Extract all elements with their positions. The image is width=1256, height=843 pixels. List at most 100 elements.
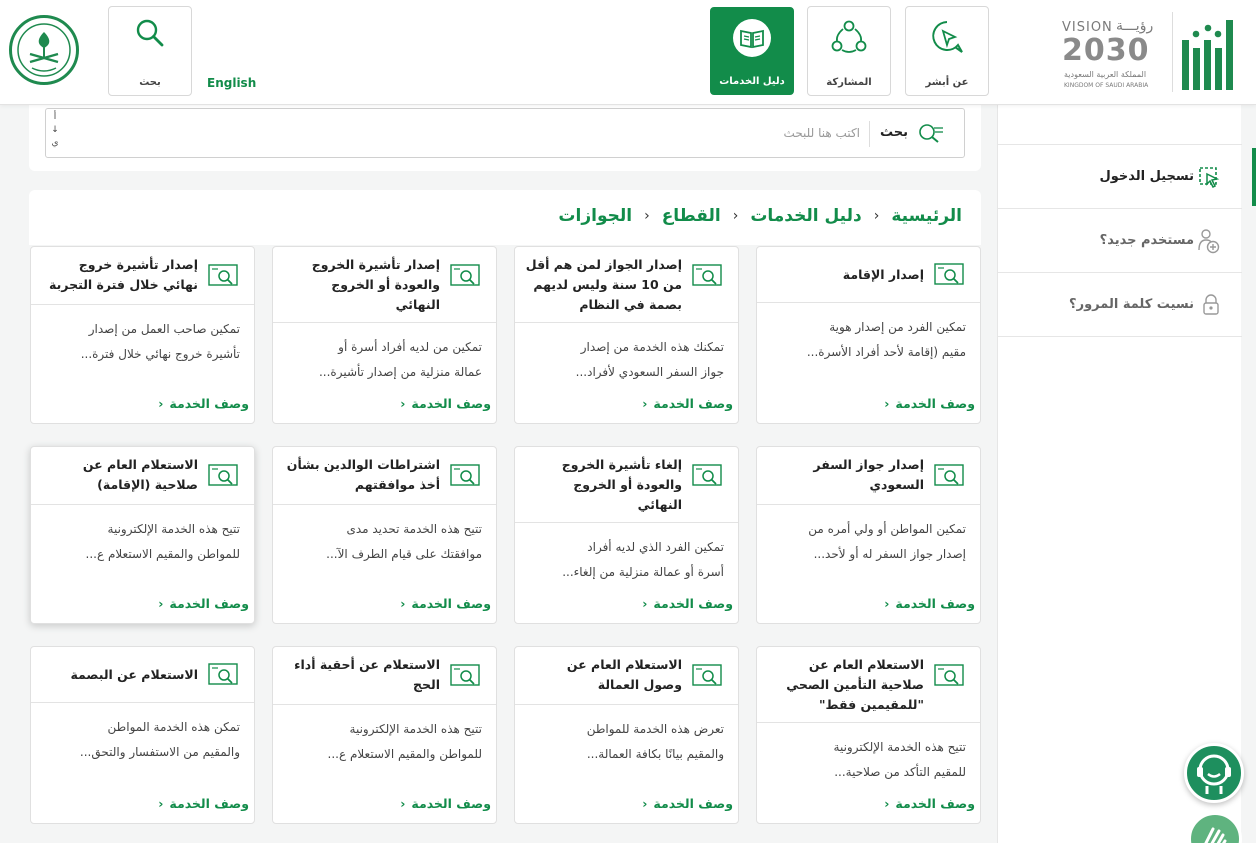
sidebar-login[interactable]: تسجيل الدخول	[998, 145, 1242, 209]
breadcrumb-services-guide[interactable]: دليل الخدمات	[750, 206, 861, 226]
service-card-title-line: الاستعلام العام عن	[82, 457, 198, 472]
sidebar-forgot-password[interactable]: نسيت كلمة المرور؟	[998, 273, 1242, 337]
service-description-label: وصف الخدمة	[653, 396, 733, 411]
service-card-title[interactable]: الاستعلام عن البصمة	[40, 665, 198, 685]
service-card[interactable]: إلغاء تأشيرة الخروج والعودة أو الخروج النه…	[514, 446, 739, 624]
service-card-header: إلغاء تأشيرة الخروج والعودة أو الخروج النه…	[515, 447, 738, 523]
service-description-link[interactable]: وصف الخدمة ‹	[642, 796, 733, 811]
breadcrumb-home[interactable]: الرئيسية	[891, 206, 962, 226]
nav-about-absher-button[interactable]: عن أبشر	[905, 6, 989, 96]
service-description-link[interactable]: وصف الخدمة ‹	[400, 396, 491, 411]
service-card[interactable]: الاستعلام العام عن صلاحية (الإقامة) تتيح ه…	[30, 446, 255, 624]
service-card-header: إصدار تأشيرة الخروج والعودة أو الخروج النه…	[273, 247, 496, 323]
service-card-title[interactable]: الاستعلام العام عن صلاحية التأمين الصحي "ل…	[766, 655, 924, 715]
chevron-left-icon: ‹	[158, 796, 164, 811]
search-magnifier-icon[interactable]	[916, 122, 944, 144]
hand-icon	[1204, 827, 1227, 843]
service-card-title[interactable]: إلغاء تأشيرة الخروج والعودة أو الخروج النه…	[524, 455, 682, 515]
chat-bubble-icon	[932, 21, 963, 53]
service-card-description: للمواطن والمقيم الاستعلام ع...	[327, 747, 482, 761]
language-switch-link[interactable]: English	[207, 76, 256, 90]
service-card[interactable]: إصدار تأشيرة خروج نهائي خلال فترة التجربة…	[30, 246, 255, 424]
top-header: بحث English دليل الخدمات المشاركة عن أبش…	[0, 0, 1256, 105]
sign-language-button[interactable]	[1188, 812, 1242, 843]
service-card-title[interactable]: إصدار تأشيرة خروج نهائي خلال فترة التجربة	[40, 255, 198, 295]
chevron-left-icon: ‹	[158, 396, 164, 411]
sidebar-forgot-password-label: نسيت كلمة المرور؟	[1069, 297, 1194, 312]
service-card[interactable]: الاستعلام عن البصمة تمكن هذه الخدمة الموا…	[30, 646, 255, 824]
service-search-icon	[692, 664, 722, 686]
service-card-title-line: والعودة أو الخروج	[331, 277, 440, 292]
service-card-title[interactable]: الاستعلام العام عن صلاحية (الإقامة)	[40, 455, 198, 495]
service-description-link[interactable]: وصف الخدمة ‹	[400, 596, 491, 611]
service-card-description: للمواطن والمقيم الاستعلام ع...	[85, 547, 240, 561]
service-card-title-line: إصدار تأشيرة خروج	[78, 257, 198, 272]
service-card[interactable]: اشتراطات الوالدين بشأن أخذ موافقتهم تتيح ه…	[272, 446, 497, 624]
service-card[interactable]: إصدار جواز السفر السعودي تمكين المواطن أو …	[756, 446, 981, 624]
chevron-left-icon: ‹	[884, 796, 890, 811]
active-indicator	[1252, 148, 1256, 206]
alphabet-first: أ	[53, 112, 57, 122]
nav-services-guide-button[interactable]: دليل الخدمات	[710, 7, 794, 95]
service-card[interactable]: إصدار الإقامة تمكين الفرد من إصدار هوية مق…	[756, 246, 981, 424]
chevron-left-icon: ‹	[732, 208, 739, 224]
alphabet-scroll[interactable]: أ ↓ ي	[50, 111, 60, 150]
service-card-title-line: والعودة أو الخروج	[573, 477, 682, 492]
chevron-left-icon: ‹	[873, 208, 880, 224]
search-divider	[869, 121, 870, 147]
service-card[interactable]: الاستعلام عن أحقية أداء الحج تتيح هذه الخد…	[272, 646, 497, 824]
service-card-title-line: إصدار الإقامة	[842, 267, 924, 282]
service-card-header: إصدار الجواز لمن هم أقل من 10 سنة وليس لد…	[515, 247, 738, 323]
saudi-emblem-logo[interactable]	[9, 15, 79, 85]
service-card[interactable]: إصدار الجواز لمن هم أقل من 10 سنة وليس لد…	[514, 246, 739, 424]
service-card-header: إصدار الإقامة	[757, 247, 980, 303]
service-card-description: تمكين الفرد من إصدار هوية	[829, 320, 966, 334]
service-description-link[interactable]: وصف الخدمة ‹	[158, 596, 249, 611]
service-card-title-line: صلاحية التأمين الصحي	[786, 677, 924, 692]
alphabet-last: ي	[51, 138, 59, 148]
service-card-title-line: إصدار الجواز لمن هم أقل	[525, 257, 682, 272]
service-card-title-line: وصول العمالة	[597, 677, 682, 692]
service-description-link[interactable]: وصف الخدمة ‹	[400, 796, 491, 811]
service-card-title[interactable]: إصدار الجواز لمن هم أقل من 10 سنة وليس لد…	[524, 255, 682, 315]
service-card-title[interactable]: إصدار جواز السفر السعودي	[766, 455, 924, 495]
service-description-link[interactable]: وصف الخدمة ‹	[158, 396, 249, 411]
service-card-title[interactable]: اشتراطات الوالدين بشأن أخذ موافقتهم	[282, 455, 440, 495]
service-card-header: الاستعلام عن البصمة	[31, 647, 254, 703]
breadcrumb: الرئيسية ‹ دليل الخدمات ‹ القطاع ‹ الجوا…	[558, 206, 962, 226]
service-card-title[interactable]: الاستعلام عن أحقية أداء الحج	[282, 655, 440, 695]
service-description-link[interactable]: وصف الخدمة ‹	[884, 596, 975, 611]
header-search-button[interactable]: بحث	[108, 6, 192, 96]
chevron-left-icon: ‹	[642, 796, 648, 811]
chat-support-button[interactable]	[1184, 743, 1244, 803]
service-search-icon	[934, 263, 964, 285]
service-card-description: إصدار جواز السفر له أو لأحد...	[813, 547, 966, 561]
service-card-title-line: الاستعلام عن أحقية أداء	[294, 657, 440, 672]
service-card-title[interactable]: الاستعلام العام عن وصول العمالة	[524, 655, 682, 695]
service-card[interactable]: إصدار تأشيرة الخروج والعودة أو الخروج النه…	[272, 246, 497, 424]
service-description-link[interactable]: وصف الخدمة ‹	[158, 796, 249, 811]
service-description-link[interactable]: وصف الخدمة ‹	[642, 396, 733, 411]
nav-label: عن أبشر	[925, 77, 969, 88]
service-card-title-line: بصمة في النظام	[579, 297, 682, 312]
nav-participation-button[interactable]: المشاركة	[807, 6, 891, 96]
service-card[interactable]: الاستعلام العام عن صلاحية التأمين الصحي "ل…	[756, 646, 981, 824]
search-input[interactable]	[100, 121, 860, 145]
service-card-title-line: نهائي خلال فترة التجربة	[49, 277, 198, 292]
service-card-title[interactable]: إصدار الإقامة	[766, 265, 924, 285]
service-card-description: تأشيرة خروج نهائي خلال فترة...	[80, 347, 240, 361]
service-description-link[interactable]: وصف الخدمة ‹	[884, 396, 975, 411]
service-card-description: مقيم (إقامة لأحد أفراد الأسرة...	[806, 345, 966, 359]
absher-logo[interactable]	[1178, 10, 1240, 96]
people-network-icon	[831, 20, 867, 53]
service-description-link[interactable]: وصف الخدمة ‹	[884, 796, 975, 811]
service-search-icon	[208, 663, 238, 685]
breadcrumb-sector[interactable]: القطاع	[662, 206, 721, 226]
service-description-link[interactable]: وصف الخدمة ‹	[642, 596, 733, 611]
sidebar-new-user[interactable]: مستخدم جديد؟	[998, 209, 1242, 273]
search-section: أ ↓ ي بحث	[29, 105, 981, 171]
service-card-title[interactable]: إصدار تأشيرة الخروج والعودة أو الخروج النه…	[282, 255, 440, 315]
header-search-label: بحث	[139, 77, 161, 88]
service-card[interactable]: الاستعلام العام عن وصول العمالة تعرض هذه ا…	[514, 646, 739, 824]
breadcrumb-passports[interactable]: الجوازات	[558, 206, 632, 226]
